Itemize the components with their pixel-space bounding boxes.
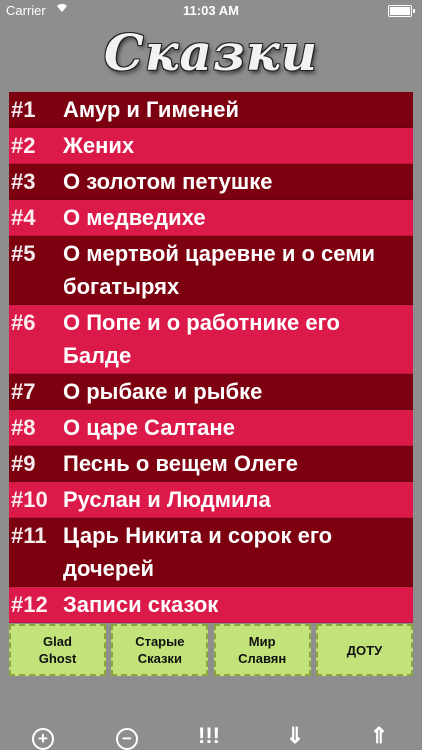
- tale-row-5[interactable]: #5 О мертвой царевне и о семи богатырях: [9, 236, 413, 305]
- tale-title: О мертвой царевне и о семи богатырях: [63, 241, 375, 299]
- slavic-world-button[interactable]: Мир Славян: [213, 624, 311, 676]
- status-time: 11:03 AM: [183, 3, 239, 18]
- battery-icon: [388, 5, 415, 17]
- bottom-buttons: Glad Ghost Старые Сказки Мир Славян ДОТУ: [9, 624, 413, 678]
- tale-title: Руслан и Людмила: [63, 487, 271, 512]
- tale-number: #6: [11, 310, 36, 335]
- tale-title: Песнь о вещем Олеге: [63, 451, 298, 476]
- tale-number: #4: [11, 205, 36, 230]
- tale-number: #1: [11, 97, 36, 122]
- tale-number: #9: [11, 451, 36, 476]
- bars-icon[interactable]: !!!: [196, 724, 222, 748]
- status-bar: Carrier 11:03 AM: [0, 0, 422, 20]
- tale-number: #7: [11, 379, 36, 404]
- tale-number: #3: [11, 169, 36, 194]
- dotu-button[interactable]: ДОТУ: [315, 624, 413, 676]
- tale-title: О золотом петушке: [63, 169, 273, 194]
- arrow-up-icon[interactable]: ⇑: [366, 724, 392, 748]
- tale-number: #5: [11, 241, 36, 266]
- tale-title: Записи сказок: [63, 592, 219, 617]
- tale-title: О царе Салтане: [63, 415, 235, 440]
- tale-number: #8: [11, 415, 36, 440]
- toolbar: + − !!! ⇓ ⇑: [0, 720, 422, 750]
- tale-row-4[interactable]: #4 О медведихе: [9, 200, 413, 236]
- old-tales-button[interactable]: Старые Сказки: [111, 624, 209, 676]
- tale-number: #11: [11, 523, 47, 548]
- tale-title: Жених: [63, 133, 135, 158]
- tale-number: #12: [11, 592, 48, 617]
- tale-row-11[interactable]: #11 Царь Никита и сорок его дочерей: [9, 518, 413, 587]
- tale-row-8[interactable]: #8 О царе Салтане: [9, 410, 413, 446]
- zoom-in-icon[interactable]: +: [32, 728, 54, 750]
- tale-row-7[interactable]: #7 О рыбаке и рыбке: [9, 374, 413, 410]
- tale-title: О медведихе: [63, 205, 206, 230]
- glad-ghost-button[interactable]: Glad Ghost: [9, 624, 106, 676]
- tale-title: Царь Никита и сорок его дочерей: [63, 523, 333, 581]
- tale-row-9[interactable]: #9 Песнь о вещем Олеге: [9, 446, 413, 482]
- tale-row-10[interactable]: #10 Руслан и Людмила: [9, 482, 413, 518]
- tale-row-1[interactable]: #1 Амур и Гименей: [9, 92, 413, 128]
- tale-number: #2: [11, 133, 36, 158]
- tale-list: #1 Амур и Гименей #2 Жених #3 О золотом …: [9, 92, 413, 623]
- arrow-down-icon[interactable]: ⇓: [282, 724, 308, 748]
- zoom-out-icon[interactable]: −: [116, 728, 138, 750]
- app-title: Сказки Пушкина: [73, 23, 348, 152]
- tale-row-3[interactable]: #3 О золотом петушке: [9, 164, 413, 200]
- tale-row-2[interactable]: #2 Жених: [9, 128, 413, 164]
- tale-row-12[interactable]: #12 Записи сказок: [9, 587, 413, 623]
- tale-title: О рыбаке и рыбке: [63, 379, 263, 404]
- tale-title: О Попе и о работнике его Балде: [63, 310, 340, 368]
- tale-number: #10: [11, 487, 48, 512]
- tale-row-6[interactable]: #6 О Попе и о работнике его Балде: [9, 305, 413, 374]
- tale-title: Амур и Гименей: [63, 97, 240, 122]
